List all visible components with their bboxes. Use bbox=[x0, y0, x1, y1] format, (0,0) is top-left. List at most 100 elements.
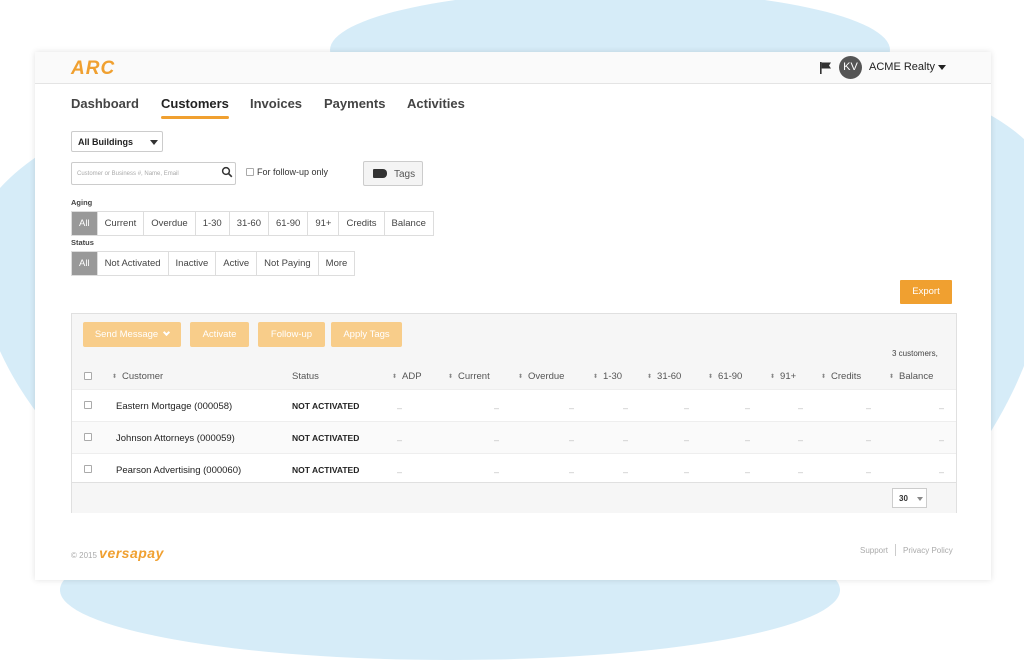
sort-icon: ⬍ bbox=[647, 374, 653, 380]
adp-value: – bbox=[397, 467, 403, 477]
versapay-logo[interactable]: versapay bbox=[99, 545, 164, 561]
column-91-plus-label: 91+ bbox=[780, 371, 797, 382]
activate-button[interactable]: Activate bbox=[190, 322, 249, 347]
select-all-checkbox[interactable] bbox=[84, 372, 92, 380]
row-checkbox[interactable] bbox=[84, 465, 92, 473]
flag-icon[interactable] bbox=[819, 61, 833, 75]
sort-icon: ⬍ bbox=[392, 374, 398, 380]
aging-label: Aging bbox=[71, 198, 93, 207]
sort-icon: ⬍ bbox=[112, 374, 118, 380]
current-value: – bbox=[494, 403, 500, 413]
aging-current[interactable]: Current bbox=[98, 212, 145, 235]
tab-activities[interactable]: Activities bbox=[407, 96, 465, 111]
tab-dashboard[interactable]: Dashboard bbox=[71, 96, 139, 111]
export-button[interactable]: Export bbox=[900, 280, 952, 304]
table-header: ⬍ Customer Status ⬍ ADP ⬍ Current ⬍ Overdue … bbox=[72, 363, 956, 388]
customer-name[interactable]: Johnson Attorneys (000059) bbox=[116, 433, 235, 444]
61-90-value: – bbox=[745, 403, 751, 413]
status-filter: All Not Activated Inactive Active Not Pa… bbox=[71, 251, 356, 276]
table-footer: 30 bbox=[72, 482, 956, 513]
privacy-policy-link[interactable]: Privacy Policy bbox=[903, 546, 953, 555]
chevron-down-icon bbox=[163, 328, 171, 337]
table-row[interactable]: Pearson Advertising (000060) NOT ACTIVAT… bbox=[72, 453, 956, 485]
top-bar: ARC KV ACME Realty bbox=[35, 52, 991, 84]
sort-icon: ⬍ bbox=[518, 374, 524, 380]
tab-payments[interactable]: Payments bbox=[324, 96, 385, 111]
customer-name[interactable]: Eastern Mortgage (000058) bbox=[116, 401, 232, 412]
column-91-plus[interactable]: ⬍ 91+ bbox=[770, 371, 796, 382]
column-balance[interactable]: ⬍ Balance bbox=[889, 371, 933, 382]
footer-brand: © 2015 versapay bbox=[71, 545, 164, 561]
91-plus-value: – bbox=[798, 435, 804, 445]
status-active[interactable]: Active bbox=[216, 252, 258, 275]
chevron-down-icon[interactable] bbox=[938, 65, 946, 70]
active-tab-indicator bbox=[161, 116, 229, 119]
search-icon[interactable] bbox=[221, 166, 233, 178]
61-90-value: – bbox=[745, 435, 751, 445]
overdue-value: – bbox=[569, 403, 575, 413]
row-checkbox[interactable] bbox=[84, 433, 92, 441]
aging-91-plus[interactable]: 91+ bbox=[308, 212, 340, 235]
sort-icon: ⬍ bbox=[770, 374, 776, 380]
aging-credits[interactable]: Credits bbox=[339, 212, 385, 235]
app-window: ARC KV ACME Realty Dashboard Customers I… bbox=[35, 52, 991, 580]
send-message-button[interactable]: Send Message bbox=[83, 322, 181, 347]
customers-panel: Send Message Activate Follow-up Apply Ta… bbox=[71, 313, 957, 513]
apply-tags-button[interactable]: Apply Tags bbox=[331, 322, 402, 347]
aging-31-60[interactable]: 31-60 bbox=[230, 212, 270, 235]
column-adp[interactable]: ⬍ ADP bbox=[392, 371, 422, 382]
column-customer-label: Customer bbox=[122, 371, 164, 382]
status-not-paying[interactable]: Not Paying bbox=[257, 252, 319, 275]
balance-value: – bbox=[939, 435, 945, 445]
follow-up-checkbox[interactable] bbox=[246, 168, 254, 176]
status-inactive[interactable]: Inactive bbox=[169, 252, 217, 275]
tags-button[interactable]: Tags bbox=[363, 161, 423, 186]
column-credits[interactable]: ⬍ Credits bbox=[821, 371, 861, 382]
send-message-label: Send Message bbox=[94, 329, 159, 340]
status-more[interactable]: More bbox=[319, 252, 355, 275]
sort-icon: ⬍ bbox=[821, 374, 827, 380]
aging-1-30[interactable]: 1-30 bbox=[196, 212, 230, 235]
table-row[interactable]: Johnson Attorneys (000059) NOT ACTIVATED… bbox=[72, 421, 956, 453]
follow-up-button[interactable]: Follow-up bbox=[258, 322, 325, 347]
aging-overdue[interactable]: Overdue bbox=[144, 212, 196, 235]
aging-all[interactable]: All bbox=[72, 212, 98, 235]
status-not-activated[interactable]: Not Activated bbox=[98, 252, 169, 275]
customer-name[interactable]: Pearson Advertising (000060) bbox=[116, 465, 241, 476]
tab-customers[interactable]: Customers bbox=[161, 96, 229, 111]
arc-logo[interactable]: ARC bbox=[71, 58, 115, 80]
column-31-60[interactable]: ⬍ 31-60 bbox=[647, 371, 681, 382]
column-current[interactable]: ⬍ Current bbox=[448, 371, 490, 382]
aging-filter: All Current Overdue 1-30 31-60 61-90 91+… bbox=[71, 211, 434, 236]
chevron-down-icon bbox=[917, 497, 923, 501]
1-30-value: – bbox=[623, 467, 629, 477]
column-1-30[interactable]: ⬍ 1-30 bbox=[593, 371, 622, 382]
balance-value: – bbox=[939, 403, 945, 413]
column-31-60-label: 31-60 bbox=[657, 371, 682, 382]
column-status[interactable]: Status bbox=[292, 371, 319, 382]
table-row[interactable]: Eastern Mortgage (000058) NOT ACTIVATED … bbox=[72, 389, 956, 421]
chevron-down-icon bbox=[150, 140, 158, 145]
column-61-90-label: 61-90 bbox=[718, 371, 743, 382]
column-overdue[interactable]: ⬍ Overdue bbox=[518, 371, 564, 382]
31-60-value: – bbox=[684, 403, 690, 413]
91-plus-value: – bbox=[798, 467, 804, 477]
search-input[interactable]: Customer or Business #, Name, Email bbox=[71, 162, 236, 185]
aging-balance[interactable]: Balance bbox=[385, 212, 433, 235]
status-all[interactable]: All bbox=[72, 252, 98, 275]
tag-icon bbox=[373, 169, 387, 178]
current-value: – bbox=[494, 435, 500, 445]
row-checkbox[interactable] bbox=[84, 401, 92, 409]
adp-value: – bbox=[397, 435, 403, 445]
credits-value: – bbox=[866, 435, 872, 445]
account-name[interactable]: ACME Realty bbox=[869, 61, 935, 73]
61-90-value: – bbox=[745, 467, 751, 477]
aging-61-90[interactable]: 61-90 bbox=[269, 212, 309, 235]
support-link[interactable]: Support bbox=[860, 546, 888, 555]
column-customer[interactable]: ⬍ Customer bbox=[112, 371, 163, 382]
avatar[interactable]: KV bbox=[839, 56, 862, 79]
31-60-value: – bbox=[684, 435, 690, 445]
tab-invoices[interactable]: Invoices bbox=[250, 96, 302, 111]
status-label: Status bbox=[71, 238, 94, 247]
column-61-90[interactable]: ⬍ 61-90 bbox=[708, 371, 742, 382]
